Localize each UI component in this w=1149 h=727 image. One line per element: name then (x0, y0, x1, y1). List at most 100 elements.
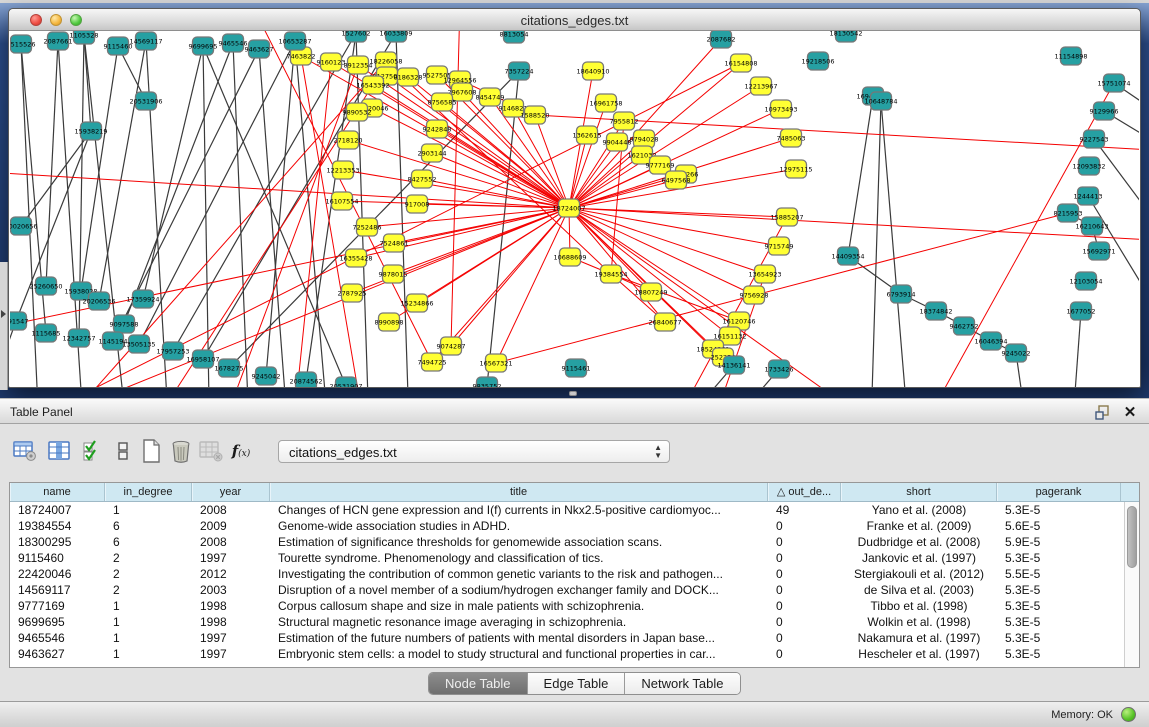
graph-node[interactable]: 12093832 (1072, 157, 1105, 175)
column-visibility-icon[interactable] (46, 438, 72, 464)
graph-node[interactable]: 9245022 (1002, 344, 1031, 362)
graph-node[interactable]: 8912354 (344, 56, 373, 74)
table-cell[interactable]: Corpus callosum shape and size in male p… (270, 598, 768, 614)
table-cell[interactable]: 0 (768, 550, 841, 566)
table-cell[interactable]: Tourette syndrome. Phenomenology and cla… (270, 550, 768, 566)
table-cell[interactable]: 2009 (192, 518, 270, 534)
table-cell[interactable]: 1 (105, 598, 192, 614)
graph-node[interactable]: 9097588 (110, 315, 139, 333)
graph-node[interactable]: 9242848 (423, 120, 452, 138)
table-cell[interactable]: 1 (105, 614, 192, 630)
graph-node[interactable]: 9115460 (104, 37, 133, 55)
table-cell[interactable]: Franke et al. (2009) (841, 518, 997, 534)
table-row[interactable]: 969969511998Structural magnetic resonanc… (10, 614, 1139, 630)
graph-node[interactable]: 15938219 (74, 122, 107, 140)
graph-node[interactable]: 13654923 (748, 265, 781, 283)
column-header-short[interactable]: short (841, 483, 997, 501)
graph-node[interactable]: 9890532 (343, 103, 372, 121)
graph-node[interactable]: 12213353 (326, 161, 359, 179)
graph-node[interactable]: 6793914 (887, 285, 916, 303)
graph-node[interactable]: 20531907 (329, 377, 362, 387)
table-cell[interactable]: 0 (768, 646, 841, 662)
graph-node[interactable]: 9160123 (317, 53, 346, 71)
expand-panel-arrow-icon[interactable] (1, 310, 6, 318)
citation-network-graph[interactable]: 1872400774638229160123891235418226058912… (10, 31, 1139, 387)
graph-node[interactable]: 15692971 (1082, 242, 1115, 260)
table-row[interactable]: 977716911998Corpus callosum shape and si… (10, 598, 1139, 614)
table-cell[interactable]: 1998 (192, 614, 270, 630)
graph-node[interactable]: 19384554 (594, 265, 627, 283)
table-cell[interactable]: 5.3E-5 (997, 630, 1121, 646)
table-cell[interactable]: Nakamura et al. (1997) (841, 630, 997, 646)
graph-node[interactable]: 2087661 (44, 32, 73, 50)
table-cell[interactable]: Investigating the contribution of common… (270, 566, 768, 582)
tab-network-table[interactable]: Network Table (625, 673, 739, 694)
table-cell[interactable]: Genome-wide association studies in ADHD. (270, 518, 768, 534)
graph-node[interactable]: 9699695 (189, 37, 218, 55)
table-cell[interactable]: 1 (105, 502, 192, 518)
split-pane-handle[interactable] (569, 391, 577, 396)
graph-node[interactable]: 7955812 (610, 112, 639, 130)
table-row[interactable]: 946554611997Estimation of the future num… (10, 630, 1139, 646)
table-cell[interactable]: 6 (105, 534, 192, 550)
graph-node[interactable]: 9794028 (630, 130, 659, 148)
graph-node[interactable]: 1527602 (342, 31, 371, 42)
graph-node[interactable]: 9835752 (473, 377, 502, 387)
graph-node[interactable]: 12213967 (744, 77, 777, 95)
graph-node[interactable]: 8813054 (500, 31, 529, 43)
graph-node[interactable]: 19218506 (801, 52, 834, 70)
function-builder-icon[interactable]: f(x) (228, 438, 254, 464)
graph-node[interactable]: 10688609 (553, 248, 586, 266)
table-cell[interactable]: 9465546 (10, 630, 105, 646)
graph-node[interactable]: 12975115 (779, 160, 812, 178)
new-table-icon[interactable] (138, 438, 164, 464)
graph-node[interactable]: 7485063 (777, 129, 806, 147)
float-panel-icon[interactable] (1093, 403, 1111, 421)
graph-node[interactable]: 16961758 (589, 94, 622, 112)
table-cell[interactable]: 0 (768, 518, 841, 534)
tab-edge-table[interactable]: Edge Table (528, 673, 626, 694)
table-cell[interactable]: 2 (105, 582, 192, 598)
graph-node[interactable]: 9462752 (950, 317, 979, 335)
table-cell[interactable]: 9463627 (10, 646, 105, 662)
graph-node[interactable]: 2787925 (338, 284, 367, 302)
graph-node[interactable]: 7515526 (10, 35, 35, 53)
table-cell[interactable]: 2008 (192, 534, 270, 550)
table-cell[interactable]: 14569117 (10, 582, 105, 598)
graph-node[interactable]: 8756585 (428, 93, 457, 111)
graph-node[interactable]: 1244413 (1074, 187, 1103, 205)
graph-node[interactable]: 20020656 (10, 217, 38, 235)
select-columns-icon[interactable] (80, 438, 106, 464)
table-cell[interactable]: Disruption of a novel member of a sodium… (270, 582, 768, 598)
memory-status-indicator[interactable] (1121, 707, 1136, 722)
table-cell[interactable]: 0 (768, 614, 841, 630)
graph-node[interactable]: 9756928 (740, 286, 769, 304)
graph-node[interactable]: 16355428 (339, 249, 372, 267)
graph-node[interactable]: 8454749 (476, 88, 505, 106)
column-header-in_degree[interactable]: in_degree (105, 483, 192, 501)
table-row[interactable]: 2242004622012Investigating the contribut… (10, 566, 1139, 582)
table-cell[interactable]: Yano et al. (2008) (841, 502, 997, 518)
table-cell[interactable]: 5.3E-5 (997, 550, 1121, 566)
graph-node[interactable]: 14409354 (831, 247, 864, 265)
table-cell[interactable]: 1 (105, 646, 192, 662)
graph-node[interactable]: 15751074 (1097, 74, 1130, 92)
table-cell[interactable]: Tibbo et al. (1998) (841, 598, 997, 614)
graph-node[interactable]: 1115685 (32, 324, 61, 342)
table-row[interactable]: 911546021997Tourette syndrome. Phenomeno… (10, 550, 1139, 566)
table-selector-dropdown[interactable]: citations_edges.txt ▲▼ (278, 440, 670, 463)
table-cell[interactable]: 5.3E-5 (997, 598, 1121, 614)
table-cell[interactable]: Stergiakouli et al. (2012) (841, 566, 997, 582)
table-cell[interactable]: 19384554 (10, 518, 105, 534)
table-cell[interactable]: 6 (105, 518, 192, 534)
table-cell[interactable]: 5.3E-5 (997, 582, 1121, 598)
table-cell[interactable]: 1997 (192, 646, 270, 662)
column-header-year[interactable]: year (192, 483, 270, 501)
window-titlebar[interactable]: citations_edges.txt (9, 9, 1140, 31)
table-cell[interactable]: 2008 (192, 502, 270, 518)
column-header-pagerank[interactable]: pagerank (997, 483, 1121, 501)
graph-node[interactable]: 9878015 (379, 265, 408, 283)
graph-node[interactable]: 2087682 (707, 31, 736, 48)
table-cell[interactable]: 0 (768, 582, 841, 598)
close-panel-icon[interactable]: ✕ (1121, 403, 1139, 421)
